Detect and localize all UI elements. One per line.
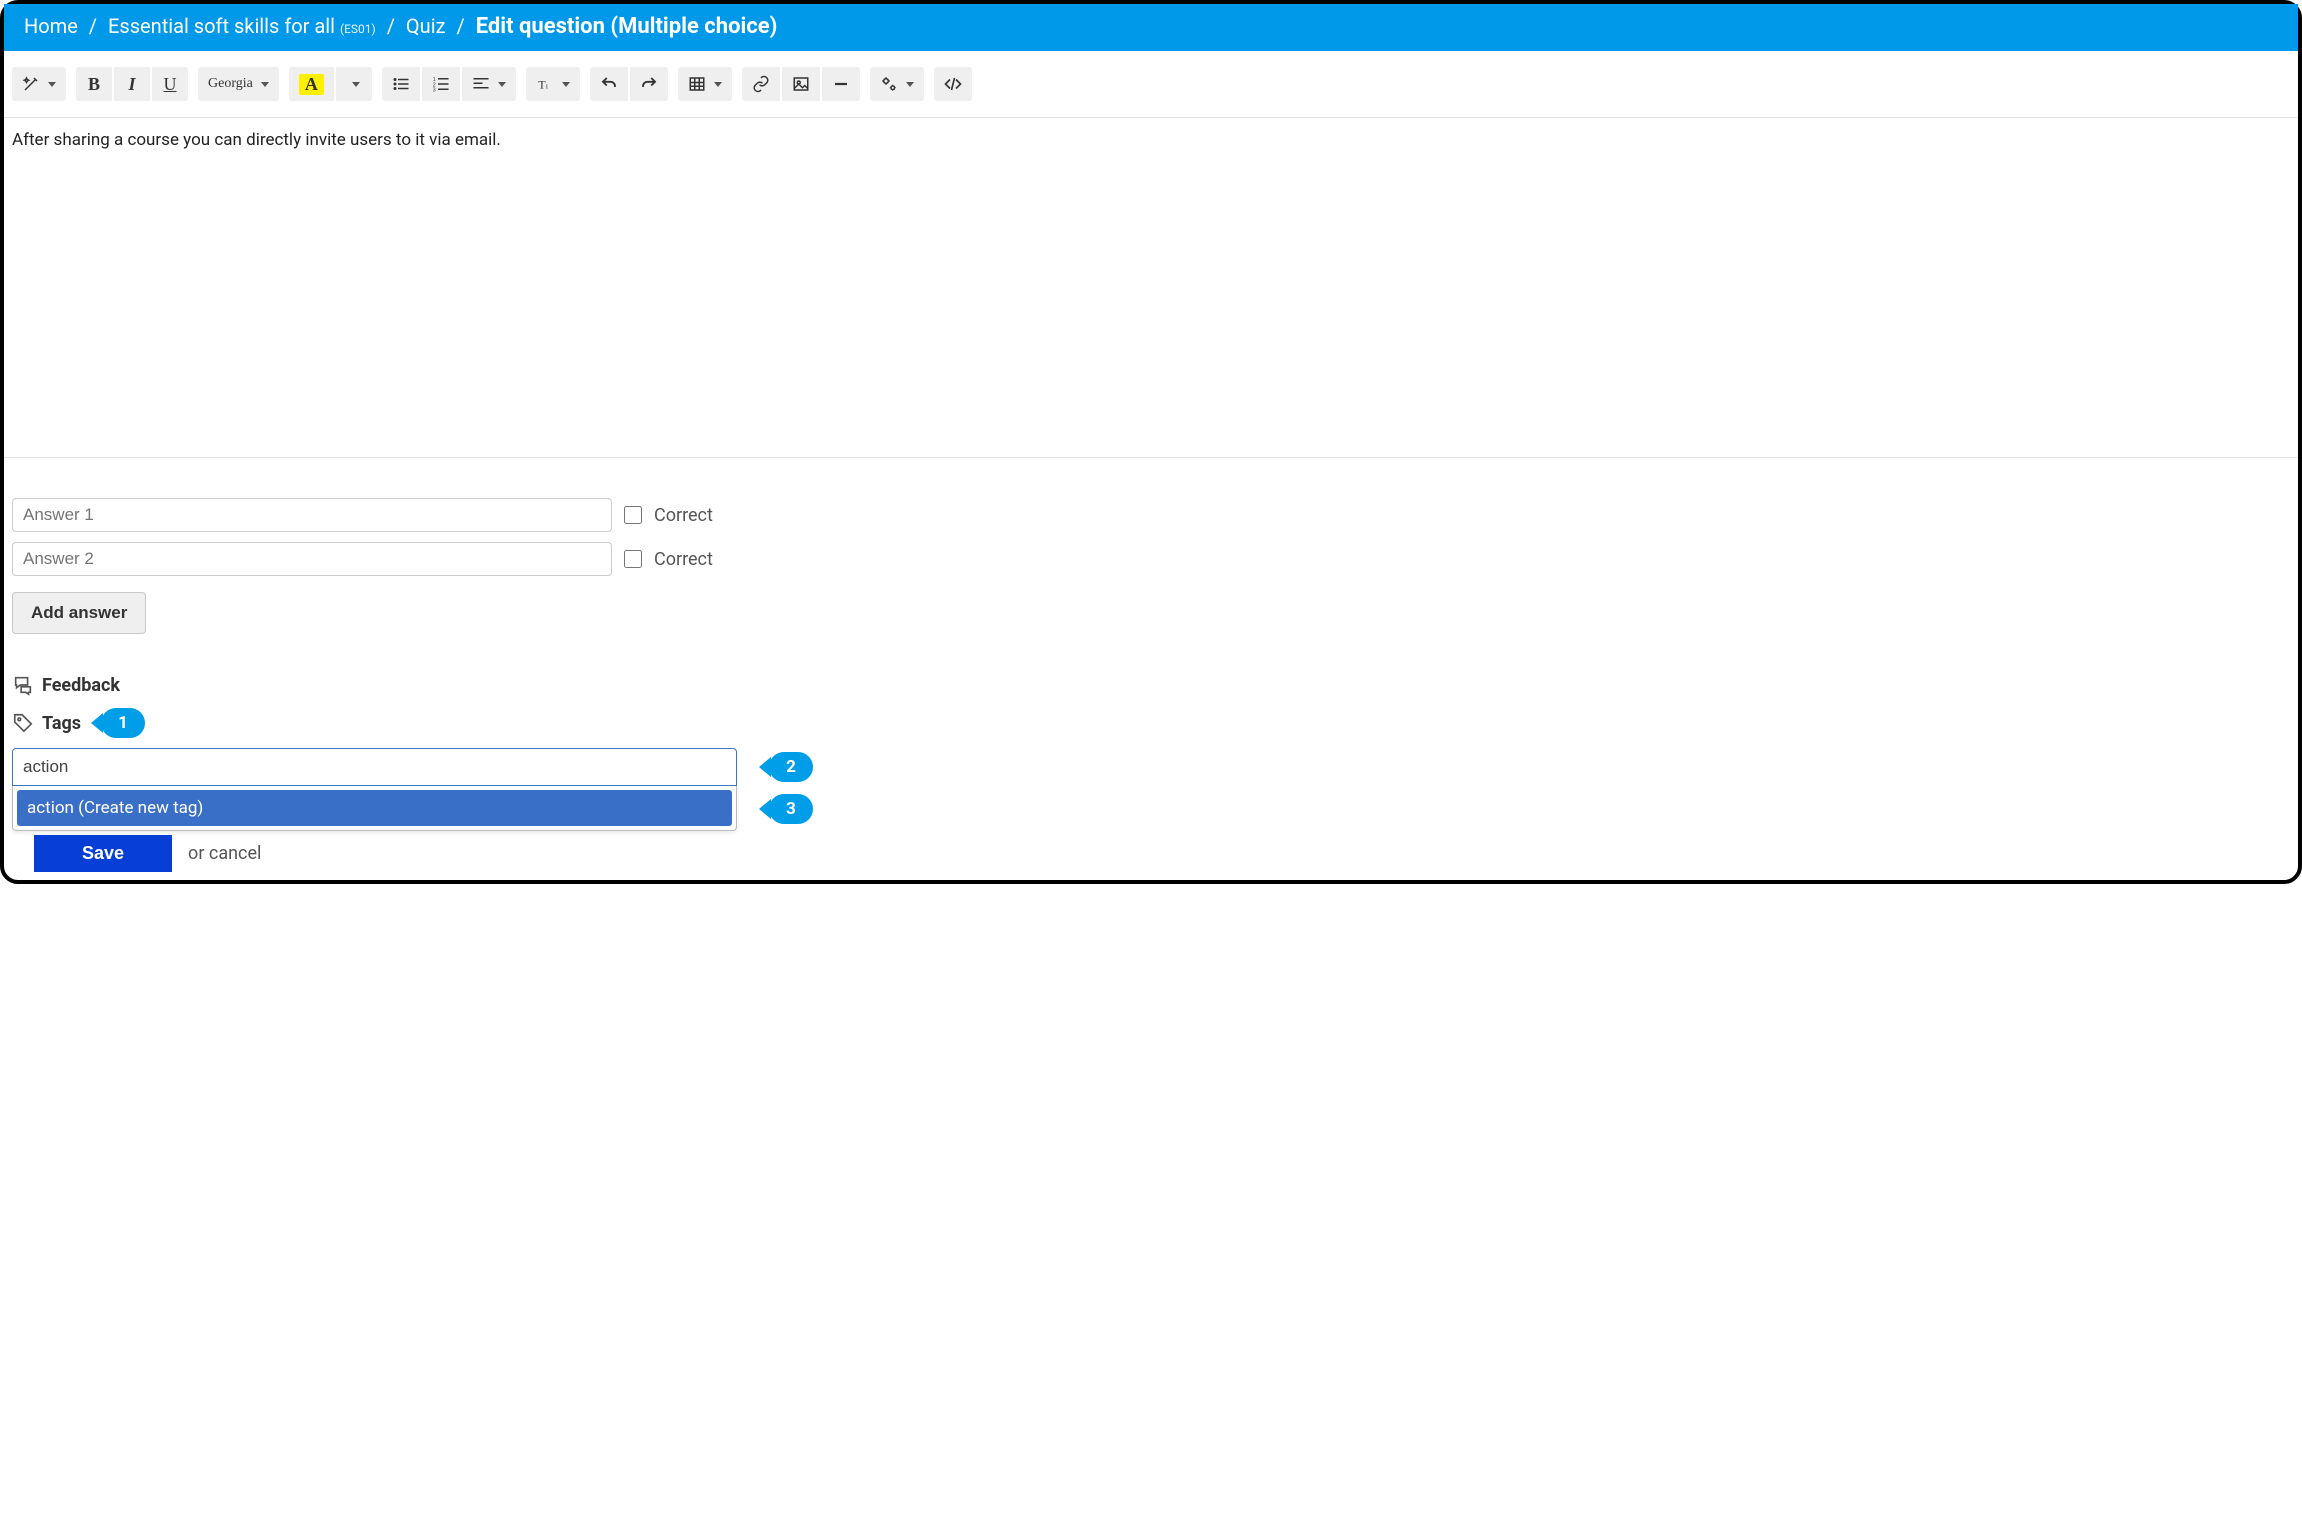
question-editor[interactable]: After sharing a course you can directly … <box>4 118 2298 458</box>
code-icon <box>944 75 962 93</box>
settings-button[interactable] <box>870 67 924 101</box>
ul-icon <box>392 75 410 93</box>
speech-bubble-icon <box>12 674 34 696</box>
bold-button[interactable]: B <box>76 67 112 101</box>
breadcrumb-quiz[interactable]: Quiz <box>406 14 446 38</box>
undo-button[interactable] <box>590 67 628 101</box>
editor-toolbar: B I U Georgia A 123 TI <box>4 51 2298 117</box>
answer-row: Correct <box>12 498 2290 532</box>
svg-text:I: I <box>546 84 549 91</box>
wand-icon <box>22 75 40 93</box>
magic-wand-button[interactable] <box>12 67 66 101</box>
hr-button[interactable] <box>822 67 860 101</box>
callout-3: 3 <box>769 794 813 824</box>
save-button[interactable]: Save <box>34 835 172 872</box>
breadcrumb: Home / Essential soft skills for all (ES… <box>4 4 2298 51</box>
answer-input-1[interactable] <box>12 498 612 532</box>
correct-label: Correct <box>654 549 713 570</box>
italic-button[interactable]: I <box>114 67 150 101</box>
paragraph-icon: TI <box>536 75 554 93</box>
callout-1: 1 <box>101 708 145 738</box>
breadcrumb-course[interactable]: Essential soft skills for all <box>108 14 335 38</box>
redo-button[interactable] <box>630 67 668 101</box>
text-color-caret-button[interactable] <box>336 67 372 101</box>
answer-correct-checkbox-1[interactable] <box>624 506 642 524</box>
tag-icon <box>12 712 34 734</box>
link-button[interactable] <box>742 67 780 101</box>
undo-icon <box>600 75 618 93</box>
breadcrumb-course-code: (ES01) <box>340 22 376 36</box>
text-color-button[interactable]: A <box>289 67 334 101</box>
tag-input[interactable] <box>12 748 737 786</box>
callout-2: 2 <box>769 752 813 782</box>
font-label: Georgia <box>208 76 253 92</box>
table-button[interactable] <box>678 67 732 101</box>
align-button[interactable] <box>462 67 516 101</box>
unordered-list-button[interactable] <box>382 67 420 101</box>
gears-icon <box>880 75 898 93</box>
minus-icon <box>832 75 850 93</box>
redo-icon <box>640 75 658 93</box>
link-icon <box>752 75 770 93</box>
tags-section-header[interactable]: Tags 1 <box>4 696 2298 738</box>
feedback-label: Feedback <box>42 675 120 696</box>
answer-correct-checkbox-2[interactable] <box>624 550 642 568</box>
image-button[interactable] <box>782 67 820 101</box>
align-icon <box>472 75 490 93</box>
tag-option-create[interactable]: action (Create new tag) <box>17 790 732 826</box>
tag-dropdown: action (Create new tag) <box>12 786 737 831</box>
answer-input-2[interactable] <box>12 542 612 576</box>
table-icon <box>688 75 706 93</box>
correct-label: Correct <box>654 505 713 526</box>
underline-button[interactable]: U <box>152 67 188 101</box>
code-view-button[interactable] <box>934 67 972 101</box>
ol-icon: 123 <box>432 75 450 93</box>
breadcrumb-current: Edit question (Multiple choice) <box>476 14 778 39</box>
answer-row: Correct <box>12 542 2290 576</box>
add-answer-button[interactable]: Add answer <box>12 592 146 634</box>
ordered-list-button[interactable]: 123 <box>422 67 460 101</box>
image-icon <box>792 75 810 93</box>
font-select-button[interactable]: Georgia <box>198 67 279 101</box>
cancel-link[interactable]: cancel <box>209 843 262 864</box>
answers-section: Correct Correct Add answer <box>4 458 2298 634</box>
tags-label: Tags <box>42 713 81 734</box>
paragraph-style-button[interactable]: TI <box>526 67 580 101</box>
cancel-text: or cancel <box>188 843 261 864</box>
svg-text:3: 3 <box>433 88 436 94</box>
feedback-section-header[interactable]: Feedback <box>4 634 2298 696</box>
breadcrumb-home[interactable]: Home <box>24 14 78 38</box>
